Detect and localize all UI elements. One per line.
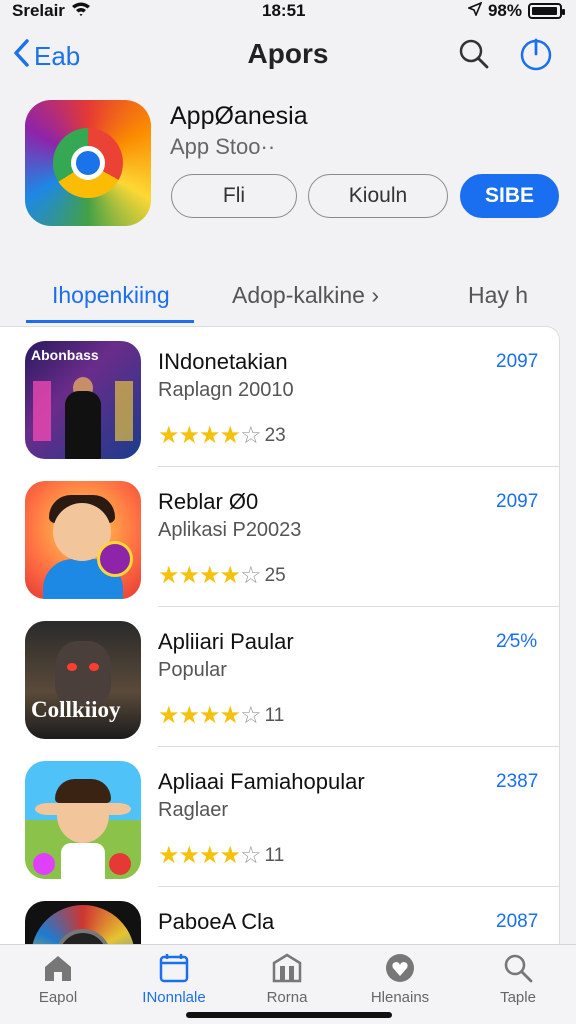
status-bar: Srelair 18:51 98% [0,0,576,22]
tabbar-label: Taple [500,989,536,1006]
app-thumbnail [25,901,141,946]
app-thumbnail: Collkiioy [25,621,141,739]
rating-count: 11 [264,704,285,726]
tab-hay-h[interactable]: Hay h [468,282,528,309]
filled-stars: ★★★★ [158,702,241,729]
app-thumbnail [25,481,141,599]
tabbar-item-hlenains[interactable]: Hlenains [350,951,450,1021]
battery-percent: 98% [487,1,522,20]
list-item[interactable]: Collkiioy Apliiari Paular Popular ★★★★☆ … [0,607,559,747]
app-primary-button[interactable]: SIBE [460,174,559,218]
app-thumbnail [25,761,141,879]
navigation-bar: Eab Apors [0,30,576,82]
app-price[interactable]: 2387 [496,771,538,793]
rating-count: 23 [264,424,286,446]
battery-level [532,7,558,15]
carrier-label: Srelair [12,1,65,20]
rating-count: 25 [264,564,286,586]
rating-count: 11 [264,844,285,866]
star-rating-icon: ★★★★☆ [158,561,262,590]
search-icon [468,951,568,985]
app-subtitle: Popular [158,659,227,681]
building-icon [237,951,337,985]
app-thumbnail: Abonbass [25,341,141,459]
list-item[interactable]: PaboeA Cla 2087 [0,887,559,946]
clock: 18:51 [262,1,306,20]
filled-stars: ★★★★ [158,842,241,869]
thumbnail-label: Collkiioy [31,697,121,722]
app-subtitle: Aplikasi P20023 [158,519,302,541]
app-name: AppØanesia [170,102,308,130]
tabbar-item-rorna[interactable]: Rorna [237,951,337,1021]
tabbar-item-eapol[interactable]: Eapol [8,951,108,1021]
power-icon[interactable] [518,36,554,72]
heart-shield-icon [350,951,450,985]
tab-ihopenkiing[interactable]: Ihopenkiing [52,282,170,309]
empty-stars: ☆ [240,702,261,729]
rating: ★★★★☆ 11 [158,841,284,870]
app-list: Abonbass INdonetakian Raplagn 20010 ★★★★… [0,326,560,946]
thumbnail-label: Abonbass [31,347,99,363]
app-icon [25,100,151,226]
app-subtitle: App Stoo·· [170,134,276,159]
filled-stars: ★★★★ [158,562,241,589]
app-price[interactable]: 2⁄5% [496,631,537,653]
tabbar-item-inonnlale[interactable]: INonnlale [124,951,224,1021]
battery-icon [528,3,565,19]
calendar-icon [124,951,224,985]
star-rating-icon: ★★★★☆ [158,841,262,870]
tab-adop-kalkine[interactable]: Adop-kalkine › [232,282,379,309]
rating: ★★★★☆ 11 [158,701,284,730]
rating: ★★★★☆ 23 [158,421,286,450]
list-item[interactable]: Reblar Ø0 Aplikasi P20023 ★★★★☆ 25 2097 [0,467,559,607]
app-title: Apliiari Paular [158,629,294,654]
tab-adop-kalkine-label: Adop-kalkine [232,282,365,308]
home-indicator [186,1012,392,1018]
app-title: Apliaai Famiahopular [158,769,365,794]
tabbar-label: Rorna [266,989,308,1006]
search-icon[interactable] [456,36,492,72]
rating: ★★★★☆ 25 [158,561,286,590]
app-price[interactable]: 2087 [496,911,538,933]
tabbar-label: Hlenains [370,989,430,1006]
app-subtitle: Raglaer [158,799,229,821]
wifi-icon [71,1,91,22]
app-price[interactable]: 2097 [496,351,538,373]
app-title: Reblar Ø0 [158,489,259,514]
active-tab-underline [26,320,194,323]
empty-stars: ☆ [240,842,261,869]
app-action-button-2[interactable]: Kiouln [308,174,448,218]
app-header: AppØanesia App Stoo·· Fli Kiouln SIBE [0,96,576,236]
chevron-right-icon: › [371,282,380,308]
location-arrow-icon [466,1,483,21]
list-item[interactable]: Apliaai Famiahopular Raglaer ★★★★☆ 11 23… [0,747,559,887]
app-title: PaboeA Cla [158,909,275,934]
app-title: INdonetakian [158,349,288,374]
empty-stars: ☆ [240,422,261,449]
tabbar-label: INonnlale [142,989,206,1006]
empty-stars: ☆ [240,562,261,589]
star-rating-icon: ★★★★☆ [158,701,262,730]
filled-stars: ★★★★ [158,422,241,449]
list-item[interactable]: Abonbass INdonetakian Raplagn 20010 ★★★★… [0,327,559,467]
app-icon-core [71,146,105,180]
tabbar-label: Eapol [38,989,78,1006]
star-rating-icon: ★★★★☆ [158,421,262,450]
segment-tabs: Ihopenkiing Adop-kalkine › Hay h [0,270,576,326]
app-price[interactable]: 2097 [496,491,538,513]
app-action-button-1[interactable]: Fli [171,174,297,218]
home-icon [8,951,108,985]
app-subtitle: Raplagn 20010 [158,379,294,401]
tabbar-item-taple[interactable]: Taple [468,951,568,1021]
